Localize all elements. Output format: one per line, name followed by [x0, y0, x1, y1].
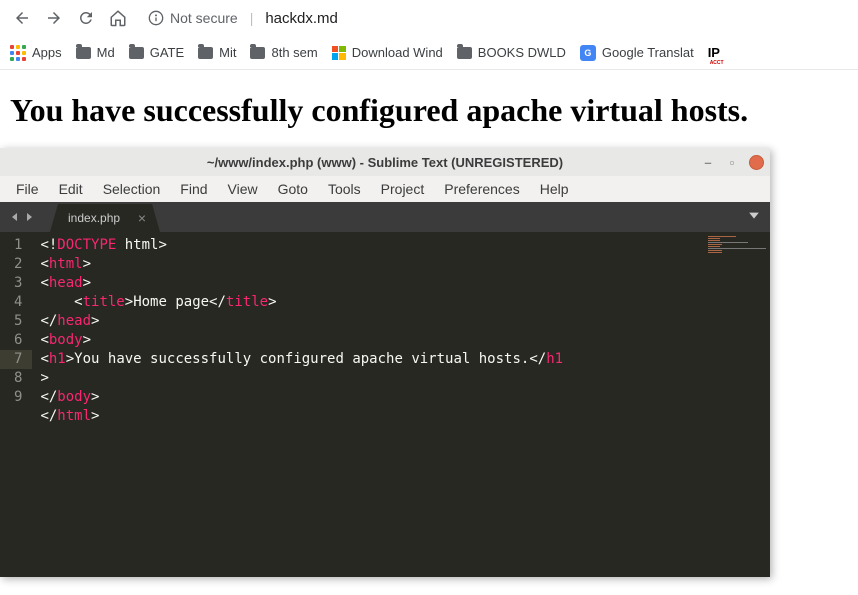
sublime-menubar: File Edit Selection Find View Goto Tools… [0, 176, 770, 202]
info-icon [148, 10, 164, 26]
minimize-button[interactable]: – [701, 155, 715, 169]
browser-toolbar: Not secure | hackdx.md [0, 0, 858, 36]
bookmarks-bar: Apps Md GATE Mit 8th sem Download Wind B… [0, 36, 858, 70]
windows-icon [332, 46, 346, 60]
menu-find[interactable]: Find [170, 177, 217, 201]
page-content: You have successfully configured apache … [0, 70, 858, 151]
bookmark-gate[interactable]: GATE [129, 45, 184, 60]
maximize-button[interactable]: ▫ [725, 155, 739, 169]
sublime-titlebar[interactable]: ~/www/index.php (www) - Sublime Text (UN… [0, 148, 770, 176]
menu-tools[interactable]: Tools [318, 177, 371, 201]
home-button[interactable] [104, 4, 132, 32]
address-divider: | [250, 10, 254, 26]
tab-dropdown[interactable] [748, 208, 760, 226]
apps-icon [10, 45, 26, 61]
gtranslate-icon: G [580, 45, 596, 61]
bookmark-ip[interactable]: IP [708, 45, 720, 60]
bookmark-download-windows[interactable]: Download Wind [332, 45, 443, 60]
menu-selection[interactable]: Selection [93, 177, 171, 201]
folder-icon [250, 47, 265, 59]
menu-project[interactable]: Project [371, 177, 435, 201]
menu-help[interactable]: Help [530, 177, 579, 201]
menu-edit[interactable]: Edit [49, 177, 93, 201]
page-heading: You have successfully configured apache … [10, 92, 848, 129]
tab-label: index.php [68, 211, 120, 225]
code-area[interactable]: <!DOCTYPE html><html><head> <title>Home … [32, 232, 690, 577]
menu-preferences[interactable]: Preferences [434, 177, 529, 201]
tab-index-php[interactable]: index.php × [50, 204, 160, 232]
folder-icon [129, 47, 144, 59]
apps-label: Apps [32, 45, 62, 60]
window-controls: – ▫ [701, 155, 764, 170]
folder-icon [457, 47, 472, 59]
bookmark-8th-sem[interactable]: 8th sem [250, 45, 317, 60]
sublime-editor[interactable]: 1 2 3 4 5 6 7 8 9 <!DOCTYPE html><html><… [0, 232, 770, 577]
sublime-tabbar: index.php × [0, 202, 770, 232]
folder-icon [76, 47, 91, 59]
bookmark-md[interactable]: Md [76, 45, 115, 60]
apps-button[interactable]: Apps [10, 45, 62, 61]
reload-button[interactable] [72, 4, 100, 32]
sublime-window: ~/www/index.php (www) - Sublime Text (UN… [0, 148, 770, 577]
forward-button[interactable] [40, 4, 68, 32]
tab-nav[interactable] [0, 202, 44, 232]
folder-icon [198, 47, 213, 59]
line-gutter: 1 2 3 4 5 6 7 8 9 [0, 232, 32, 577]
menu-view[interactable]: View [218, 177, 268, 201]
url-text: hackdx.md [265, 10, 338, 27]
minimap[interactable] [690, 232, 770, 577]
back-button[interactable] [8, 4, 36, 32]
menu-file[interactable]: File [6, 177, 49, 201]
ip-icon: IP [708, 45, 720, 60]
bookmark-books-dwld[interactable]: BOOKS DWLD [457, 45, 566, 60]
close-button[interactable] [749, 155, 764, 170]
tab-close-icon[interactable]: × [138, 210, 146, 226]
bookmark-google-translate[interactable]: GGoogle Translat [580, 45, 694, 61]
address-bar[interactable]: Not secure | hackdx.md [148, 10, 338, 27]
bookmark-mit[interactable]: Mit [198, 45, 236, 60]
security-label: Not secure [170, 10, 238, 26]
sublime-title: ~/www/index.php (www) - Sublime Text (UN… [207, 155, 563, 170]
menu-goto[interactable]: Goto [268, 177, 318, 201]
